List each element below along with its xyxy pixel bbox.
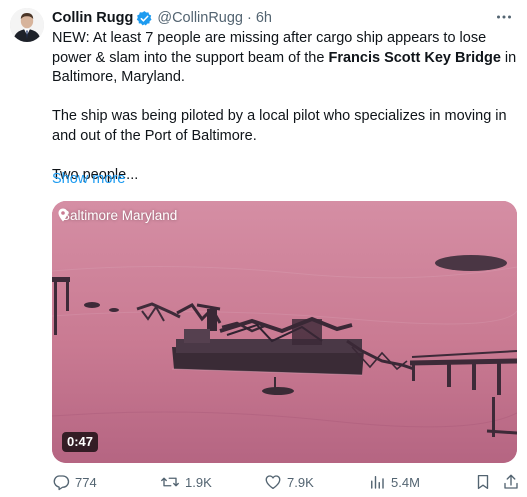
show-more-link[interactable]: Show more — [52, 171, 125, 187]
tweet-card[interactable]: Collin Rugg @CollinRugg · 6h NEW: At lea… — [0, 0, 527, 497]
share-button[interactable] — [502, 472, 525, 492]
repost-button[interactable]: 1.9K — [160, 472, 212, 492]
views-count: 5.4M — [391, 474, 420, 490]
like-count: 7.9K — [287, 474, 314, 490]
bookmark-button[interactable] — [474, 472, 497, 492]
reply-count: 774 — [75, 474, 97, 490]
views-button[interactable]: 5.4M — [368, 472, 420, 492]
timestamp[interactable]: 6h — [256, 10, 272, 26]
action-bar: 774 1.9K 7.9K 5.4M — [52, 472, 522, 492]
share-icon — [504, 474, 518, 489]
location-tag: Baltimore Maryland — [58, 208, 177, 223]
separator-dot: · — [247, 10, 252, 26]
video-duration: 0:47 — [62, 432, 99, 452]
tweet-paragraph-2: The ship was being piloted by a local pi… — [52, 108, 507, 144]
author-display-name[interactable]: Collin Rugg — [52, 10, 133, 26]
like-button[interactable]: 7.9K — [264, 472, 314, 492]
location-label: Baltimore Maryland — [61, 208, 178, 223]
author-handle[interactable]: @CollinRugg — [157, 10, 243, 26]
more-dots-icon[interactable] — [493, 6, 515, 28]
video-frame — [52, 201, 517, 463]
heart-icon — [265, 475, 281, 490]
verified-badge-icon — [136, 10, 153, 27]
repost-icon — [161, 477, 179, 487]
repost-count: 1.9K — [185, 474, 212, 490]
tweet-text: NEW: At least 7 people are missing after… — [52, 29, 522, 186]
tweet-text-bold: Francis Scott Key Bridge — [328, 49, 501, 66]
avatar[interactable] — [10, 8, 44, 42]
reply-button[interactable]: 774 — [52, 472, 97, 492]
reply-icon — [53, 475, 70, 491]
bookmark-icon — [477, 474, 489, 490]
video-player[interactable]: Baltimore Maryland 0:47 — [52, 201, 517, 463]
tweet-header: Collin Rugg @CollinRugg · 6h — [52, 8, 515, 28]
tweet-paragraph-1: NEW: At least 7 people are missing after… — [52, 29, 522, 88]
views-chart-icon — [371, 476, 384, 489]
